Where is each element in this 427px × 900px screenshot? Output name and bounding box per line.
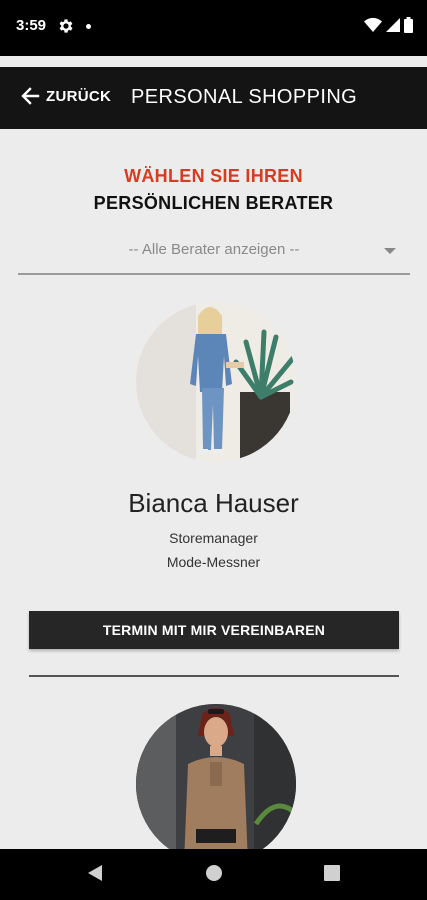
back-triangle-icon[interactable] [86,863,104,883]
heading-choose: WÄHLEN SIE IHREN [124,166,303,186]
wifi-icon [364,17,382,32]
arrow-left-icon [21,87,40,105]
home-circle-icon[interactable] [204,863,224,883]
recents-square-icon[interactable] [323,863,341,883]
status-bar: 3:59 [0,0,427,56]
filter-selected-value: -- Alle Berater anzeigen -- [128,241,300,258]
status-time: 3:59 [16,17,47,34]
heading-consultant: PERSÖNLICHEN BERATER [93,193,334,213]
consultant-avatar[interactable] [136,302,296,462]
consultant-store: Mode-Messner [166,554,261,570]
gear-icon [59,19,73,33]
consultant-role: Storemanager [169,530,258,546]
page-title: PERSONAL SHOPPING [131,86,358,108]
notification-dot-icon [86,24,91,29]
back-label: ZURÜCK [46,87,112,105]
book-appointment-button[interactable]: TERMIN MIT MIR VEREINBAREN [29,611,399,649]
signal-icon [386,18,400,32]
divider [29,675,399,677]
system-nav-bar [0,849,427,900]
back-button[interactable]: ZURÜCK [20,86,111,106]
consultant-filter-select[interactable]: -- Alle Berater anzeigen -- [18,235,410,275]
app-bar: ZURÜCK PERSONAL SHOPPING [0,67,427,129]
dropdown-arrow-icon [384,248,396,254]
battery-icon [404,17,413,33]
consultant-photo [136,704,296,849]
consultant-list[interactable]: WÄHLEN SIE IHREN PERSÖNLICHEN BERATER --… [0,129,427,849]
consultant-photo [136,302,296,462]
consultant-name: Bianca Hauser [128,488,299,518]
status-icons [364,17,413,33]
consultant-avatar[interactable] [136,704,296,849]
